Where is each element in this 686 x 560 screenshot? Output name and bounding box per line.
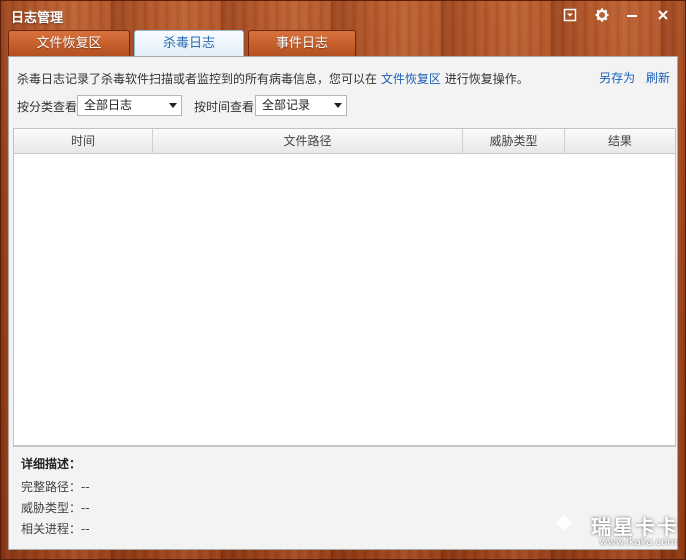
description-prefix: 杀毒日志记录了杀毒软件扫描或者监控到的所有病毒信息，您可以在 [17, 72, 378, 86]
time-filter-value: 全部记录 [262, 98, 311, 112]
description-suffix: 进行恢复操作。 [444, 72, 529, 86]
antivirus-log-panel: 杀毒日志记录了杀毒软件扫描或者监控到的所有病毒信息，您可以在 文件恢复区 进行恢… [8, 56, 678, 550]
gear-icon [595, 8, 609, 22]
detail-threat-type-value: -- [81, 501, 90, 515]
close-button[interactable] [652, 5, 674, 25]
category-filter-select[interactable]: 全部日志 [77, 95, 182, 116]
detail-full-path-label: 完整路径： [21, 480, 82, 494]
chevron-down-icon [334, 103, 342, 108]
refresh-link[interactable]: 刷新 [646, 71, 670, 85]
log-manager-window: 日志管理 文件恢复区 杀毒日志 事件日志 杀毒日志记录了杀毒软件扫描或者监控到的… [0, 0, 686, 560]
detail-process-label: 相关进程： [21, 522, 82, 536]
log-table[interactable]: 时间 文件路径 威胁类型 结果 [13, 128, 676, 446]
detail-process-value: -- [81, 522, 90, 536]
column-header-time[interactable]: 时间 [14, 129, 153, 153]
title-bar[interactable]: 日志管理 [1, 1, 685, 29]
watermark-text: 瑞星卡卡 [591, 515, 679, 539]
tab-antivirus-log[interactable]: 杀毒日志 [134, 30, 244, 57]
tab-event-log[interactable]: 事件日志 [248, 30, 356, 56]
time-filter-select[interactable]: 全部记录 [255, 95, 347, 116]
detail-threat-type: 威胁类型：-- [21, 499, 90, 516]
category-filter-label: 按分类查看 [17, 100, 78, 114]
detail-title: 详细描述： [21, 457, 82, 471]
minimize-button[interactable] [621, 5, 643, 25]
time-filter-label: 按时间查看 [194, 100, 255, 114]
save-as-link[interactable]: 另存为 [599, 71, 635, 85]
column-header-result[interactable]: 结果 [565, 129, 675, 153]
tab-file-recovery[interactable]: 文件恢复区 [8, 30, 130, 56]
watermark-url: www.ikaka.com [599, 537, 677, 548]
column-header-file-path[interactable]: 文件路径 [153, 129, 463, 153]
dropdown-box-icon [563, 8, 577, 22]
chevron-down-icon [169, 103, 177, 108]
detail-full-path: 完整路径：-- [21, 478, 90, 495]
detail-process: 相关进程：-- [21, 520, 90, 537]
table-header: 时间 文件路径 威胁类型 结果 [14, 129, 675, 154]
action-links: 另存为 刷新 [592, 69, 670, 86]
settings-button[interactable] [591, 5, 613, 25]
dropdown-menu-button[interactable] [559, 5, 581, 25]
close-icon [658, 10, 668, 20]
category-filter-value: 全部日志 [84, 98, 133, 112]
detail-threat-type-label: 威胁类型： [21, 501, 82, 515]
watermark: 瑞星卡卡 www.ikaka.com [554, 509, 679, 553]
description-text: 杀毒日志记录了杀毒软件扫描或者监控到的所有病毒信息，您可以在 文件恢复区 进行恢… [17, 70, 529, 87]
watermark-logo-icon [556, 515, 572, 531]
column-header-threat-type[interactable]: 威胁类型 [463, 129, 565, 153]
minimize-icon [627, 15, 637, 17]
detail-full-path-value: -- [81, 480, 90, 494]
window-title: 日志管理 [11, 11, 64, 26]
file-recovery-link[interactable]: 文件恢复区 [381, 72, 441, 86]
